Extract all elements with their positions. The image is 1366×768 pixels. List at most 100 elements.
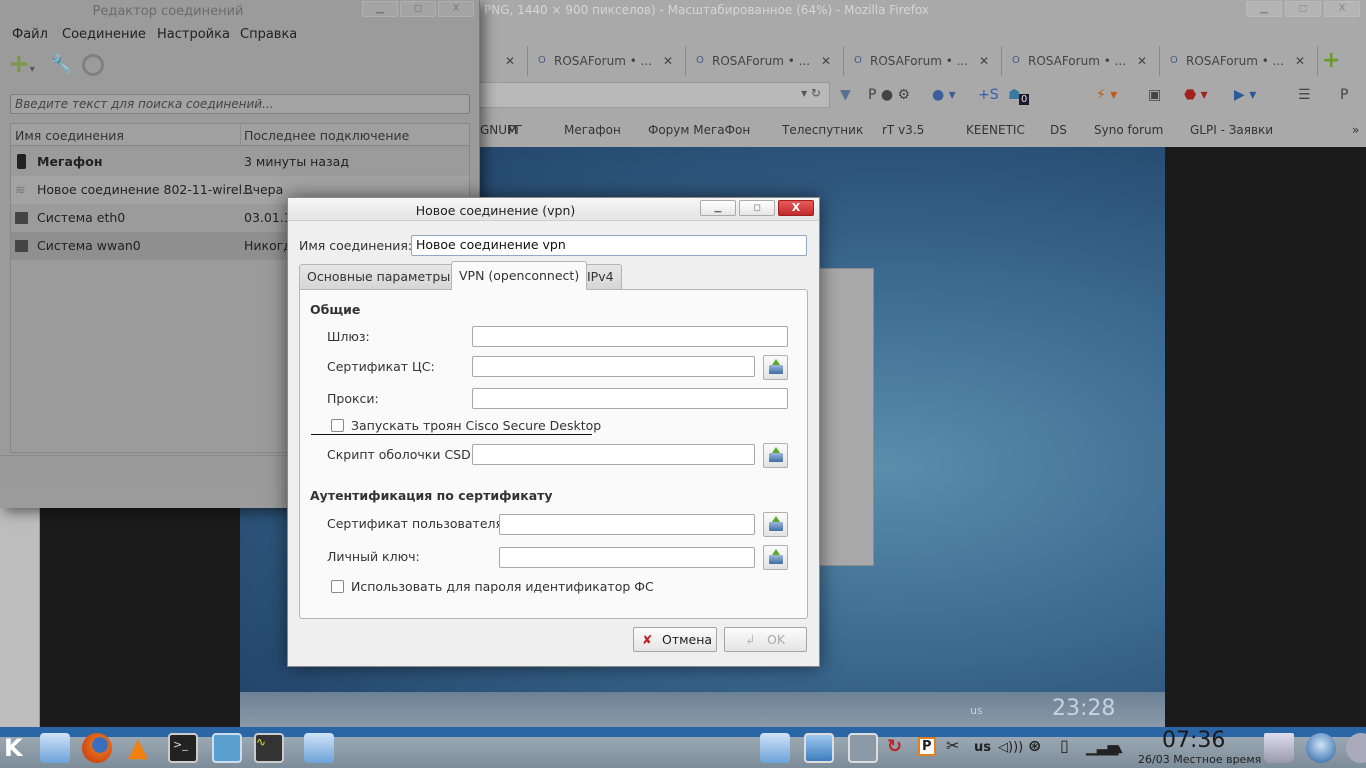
csd-script-browse-button[interactable] <box>763 443 788 468</box>
reload-icon[interactable]: ▾ ↻ <box>801 86 821 100</box>
network-folder-icon[interactable] <box>304 733 334 763</box>
user-cert-browse-button[interactable] <box>763 512 788 537</box>
add-icon[interactable]: +▾ <box>8 50 35 84</box>
column-last[interactable]: Последнее подключение <box>244 128 409 143</box>
tab[interactable]: O ROSAForum • ... ✕ <box>1002 46 1160 76</box>
tab-close-icon[interactable]: ✕ <box>979 46 989 76</box>
addon-icon[interactable]: ● ▾ <box>932 87 956 103</box>
fsid-checkbox-label[interactable]: Использовать для пароля идентификатор ФС <box>351 579 654 594</box>
bookmarks-more-button[interactable]: » <box>1352 123 1359 137</box>
csd-checkbox-label[interactable]: Запускать троян Cisco Secure Desktop <box>351 418 601 433</box>
reader-icon[interactable]: ▣ <box>1148 87 1161 103</box>
url-bar[interactable]: ▾ ↻ <box>480 82 830 108</box>
play-icon[interactable]: ▶ ▾ <box>1234 87 1256 103</box>
tab[interactable]: ✕ <box>480 46 528 76</box>
ff-minimize-button[interactable]: ▁ <box>1246 1 1282 17</box>
maximize-button[interactable]: ◻ <box>400 1 436 17</box>
settings-icon[interactable] <box>848 733 878 763</box>
ksysguard-icon[interactable]: ∿ <box>254 733 284 763</box>
tab[interactable]: O ROSAForum • ... ✕ <box>528 46 686 76</box>
ff-close-button[interactable]: X <box>1324 1 1360 17</box>
close-button[interactable]: X <box>438 1 474 17</box>
pocket-icon[interactable]: ▼ <box>840 87 851 103</box>
signal-icon[interactable]: ▁▃▅ <box>1086 740 1118 756</box>
firefox-icon[interactable] <box>82 733 112 763</box>
bookmark[interactable]: Телеспутник <box>782 123 863 137</box>
minimize-button[interactable]: ▁ <box>700 200 736 216</box>
usb-icon[interactable]: ⊛ <box>1028 736 1041 755</box>
tab-vpn[interactable]: VPN (openconnect) <box>451 261 588 290</box>
system-monitor-icon[interactable] <box>212 733 242 763</box>
clock-time[interactable]: 07:36 <box>1162 728 1225 753</box>
edit-wrench-icon[interactable]: 🔧 <box>50 54 72 75</box>
tab-close-icon[interactable]: ✕ <box>1295 46 1305 76</box>
bookmark[interactable]: DS <box>1050 123 1067 137</box>
fsid-checkbox[interactable] <box>331 580 344 593</box>
bookmark[interactable]: РГ <box>508 123 523 137</box>
tab-close-icon[interactable]: ✕ <box>1137 46 1147 76</box>
tab[interactable]: O ROSAForum • ... ✕ <box>686 46 844 76</box>
kde-menu-icon[interactable]: K <box>4 733 34 763</box>
trash-icon[interactable] <box>1264 733 1294 763</box>
volume-icon[interactable]: ◁))) <box>998 740 1023 755</box>
maximize-button[interactable]: ◻ <box>739 200 775 216</box>
connection-name: Система eth0 <box>37 210 126 225</box>
tab[interactable]: O ROSAForum • ... ✕ <box>1160 46 1318 76</box>
scissors-icon[interactable]: ✂ <box>946 736 959 755</box>
tab-close-icon[interactable]: ✕ <box>505 46 515 76</box>
new-tab-icon[interactable]: + <box>1322 48 1340 73</box>
connection-name: Новое соединение 802-11-wirel... <box>37 182 254 197</box>
delete-icon[interactable] <box>82 54 104 76</box>
csd-script-input[interactable] <box>472 444 755 465</box>
ca-cert-input[interactable] <box>472 356 755 377</box>
clipboard-p-icon[interactable]: P <box>918 737 936 756</box>
menu-help[interactable]: Справка <box>240 27 297 42</box>
addon-s-icon[interactable]: +S <box>978 87 999 103</box>
proxy-input[interactable] <box>472 388 788 409</box>
connection-name-input[interactable]: Новое соединение vpn <box>411 235 807 256</box>
search-input[interactable]: Введите текст для поиска соединений... <box>10 94 470 114</box>
adblock-icon[interactable]: ⬣ ▾ <box>1184 87 1208 103</box>
bookmark[interactable]: GLPI - Заявки <box>1190 123 1273 137</box>
menu-settings[interactable]: Настройка <box>157 27 230 42</box>
name-label: Имя соединения: <box>299 238 413 253</box>
menu-connection[interactable]: Соединение <box>62 27 146 42</box>
terminal-icon[interactable]: >_ <box>168 733 198 763</box>
column-name[interactable]: Имя соединения <box>15 128 124 143</box>
tab-close-icon[interactable]: ✕ <box>821 46 831 76</box>
file-manager-icon[interactable] <box>40 733 70 763</box>
dashboard-icon[interactable] <box>1306 733 1336 763</box>
bookmark[interactable]: KEENETIC <box>966 123 1025 137</box>
flash-icon[interactable]: ⚡ ▾ <box>1096 87 1117 103</box>
minimize-button[interactable]: ▁ <box>362 1 398 17</box>
ff-maximize-button[interactable]: ◻ <box>1285 1 1321 17</box>
list-item[interactable]: Мегафон 3 минуты назад <box>11 148 469 176</box>
csd-checkbox[interactable] <box>331 419 344 432</box>
downloads-folder-icon[interactable] <box>760 733 790 763</box>
cancel-button[interactable]: ✘ Отмена <box>633 627 717 652</box>
ok-button[interactable]: ↲ OK <box>724 627 807 652</box>
close-button[interactable]: X <box>778 200 814 216</box>
tab[interactable]: O ROSAForum • ... ✕ <box>844 46 1002 76</box>
bookmark[interactable]: Syno forum <box>1094 123 1163 137</box>
ca-cert-browse-button[interactable] <box>763 355 788 380</box>
private-key-browse-button[interactable] <box>763 545 788 570</box>
private-key-input[interactable] <box>499 547 755 568</box>
desktop-grid-icon[interactable] <box>804 733 834 763</box>
keyboard-layout[interactable]: us <box>974 740 991 755</box>
tray-expand-icon[interactable]: ▲ <box>1115 744 1123 755</box>
sync-icon[interactable]: ↻ <box>887 736 902 757</box>
bookmark[interactable]: Форум МегаФон <box>648 123 750 137</box>
vlc-icon[interactable]: ▲ <box>128 733 158 763</box>
addon-icon[interactable]: P ● ⚙ <box>868 87 910 103</box>
addon-p-icon[interactable]: P <box>1340 87 1348 103</box>
bookmark[interactable]: rT v3.5 <box>882 123 924 137</box>
battery-icon[interactable]: ▯ <box>1060 736 1069 755</box>
user-cert-input[interactable] <box>499 514 755 535</box>
menu-icon[interactable]: ☰ <box>1298 87 1311 103</box>
tab-close-icon[interactable]: ✕ <box>663 46 673 76</box>
bookmark[interactable]: Мегафон <box>564 123 621 137</box>
tab-general[interactable]: Основные параметры <box>299 264 459 289</box>
gateway-input[interactable] <box>472 326 788 347</box>
menu-file[interactable]: Файл <box>12 27 48 42</box>
